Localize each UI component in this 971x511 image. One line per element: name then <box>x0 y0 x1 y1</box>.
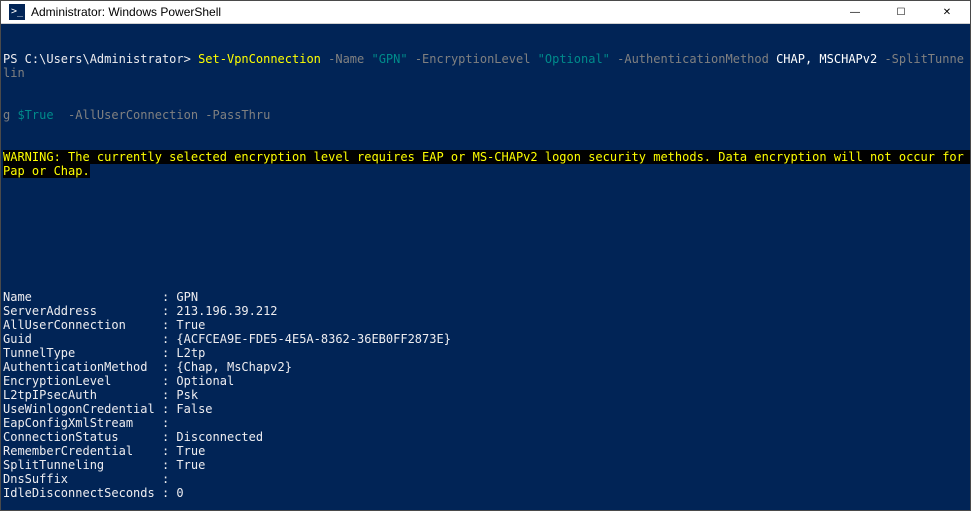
param-enc-flag: -EncryptionLevel <box>408 52 538 66</box>
powershell-window: >_ Administrator: Windows PowerShell — ☐… <box>0 0 971 511</box>
warning-text: WARNING: The currently selected encrypti… <box>3 150 970 178</box>
wrap-g: g <box>3 108 17 122</box>
command-line-2: g $True -AllUserConnection -PassThru <box>3 108 968 122</box>
param-name-val: "GPN" <box>371 52 407 66</box>
window-controls: — ☐ ✕ <box>832 1 970 23</box>
terminal-area[interactable]: PS C:\Users\Administrator> Set-VpnConnec… <box>1 24 970 510</box>
param-auth-flag: -AuthenticationMethod <box>610 52 776 66</box>
warning-line: WARNING: The currently selected encrypti… <box>3 150 968 178</box>
command-line-1: PS C:\Users\Administrator> Set-VpnConnec… <box>3 52 968 80</box>
powershell-icon-glyph: >_ <box>11 7 23 17</box>
minimize-button[interactable]: — <box>832 1 878 23</box>
param-rest: -AllUserConnection -PassThru <box>54 108 271 122</box>
cmdlet-name: Set-VpnConnection <box>198 52 321 66</box>
output-property-list: Name : GPN ServerAddress : 213.196.39.21… <box>3 290 968 500</box>
prompt-text: PS C:\Users\Administrator> <box>3 52 198 66</box>
powershell-icon: >_ <box>9 4 25 20</box>
param-name-flag: -Name <box>321 52 372 66</box>
param-enc-val: "Optional" <box>538 52 610 66</box>
blank-line-2 <box>3 248 968 262</box>
blank-line-1 <box>3 206 968 220</box>
param-true: $True <box>17 108 53 122</box>
maximize-button[interactable]: ☐ <box>878 1 924 23</box>
param-auth-vals: CHAP, MSCHAPv2 <box>776 52 877 66</box>
titlebar[interactable]: >_ Administrator: Windows PowerShell — ☐… <box>1 1 970 24</box>
window-title: Administrator: Windows PowerShell <box>31 5 832 19</box>
close-button[interactable]: ✕ <box>924 1 970 23</box>
